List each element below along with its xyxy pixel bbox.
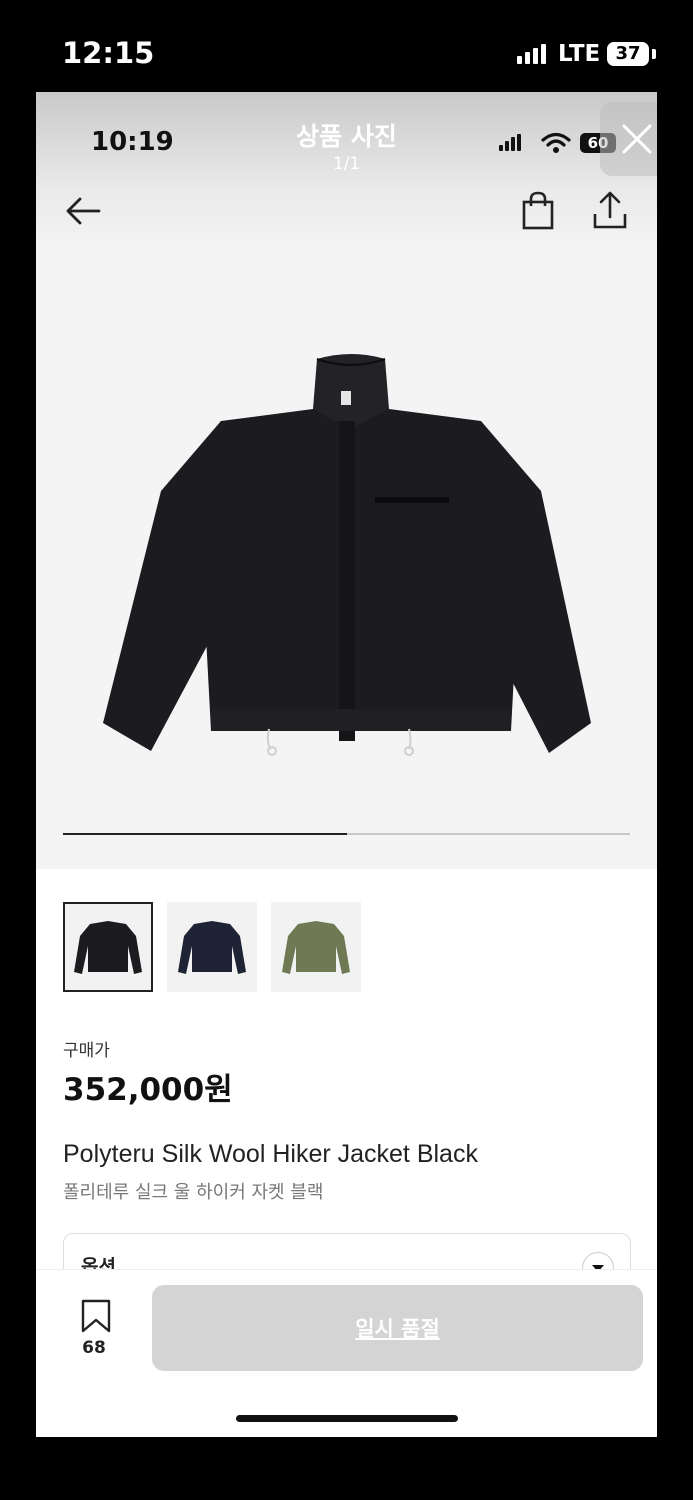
bookmark-count: 68 — [82, 1338, 106, 1358]
outer-clock: 12:15 — [62, 36, 155, 70]
thumbnail-jacket-image — [282, 921, 350, 974]
thumbnail-navy[interactable] — [167, 902, 257, 992]
battery-tip — [652, 49, 656, 59]
close-button[interactable] — [600, 102, 657, 176]
share-button[interactable] — [591, 190, 629, 230]
network-type: LTE — [558, 41, 601, 67]
back-button[interactable] — [64, 194, 104, 228]
product-screenshot: 10:19 60 상품 사진 1/1 구매가 352,000원 Polyteru… — [36, 92, 657, 1437]
gallery-progress-track — [63, 833, 630, 835]
share-icon — [593, 191, 627, 229]
product-image-gallery[interactable] — [36, 249, 657, 869]
home-indicator — [236, 1415, 458, 1422]
color-thumbnails — [63, 902, 361, 992]
thumbnail-jacket-image — [74, 921, 142, 974]
thumbnail-black[interactable] — [63, 902, 153, 992]
thumbnail-khaki[interactable] — [271, 902, 361, 992]
shopping-bag-button[interactable] — [519, 190, 557, 230]
bookmark-icon — [81, 1299, 111, 1333]
product-name-en: Polyteru Silk Wool Hiker Jacket Black — [63, 1140, 478, 1168]
thumbnail-jacket-image — [178, 921, 246, 974]
shopping-bag-icon — [522, 191, 554, 230]
bookmark-button[interactable] — [76, 1298, 116, 1338]
battery-icon: 37 — [607, 42, 649, 66]
viewer-title: 상품 사진 — [296, 122, 397, 151]
close-icon — [622, 124, 652, 154]
product-name-ko: 폴리테루 실크 울 하이커 자켓 블랙 — [63, 1182, 324, 1203]
price-label: 구매가 — [63, 1041, 110, 1061]
gallery-progress-fill — [63, 833, 347, 835]
outer-status-bar: 12:15 LTE 37 — [0, 0, 693, 92]
bottom-action-bar: 68 일시 품절 — [36, 1269, 657, 1437]
product-price: 352,000원 — [63, 1072, 233, 1108]
photo-counter: 1/1 — [332, 154, 361, 174]
jacket-image — [103, 354, 591, 756]
arrow-left-icon — [66, 197, 101, 225]
cellular-signal-icon — [517, 44, 546, 64]
inner-header: 10:19 60 상품 사진 1/1 — [36, 92, 657, 249]
soldout-button[interactable]: 일시 품절 — [152, 1285, 643, 1371]
battery-level: 37 — [615, 43, 641, 64]
